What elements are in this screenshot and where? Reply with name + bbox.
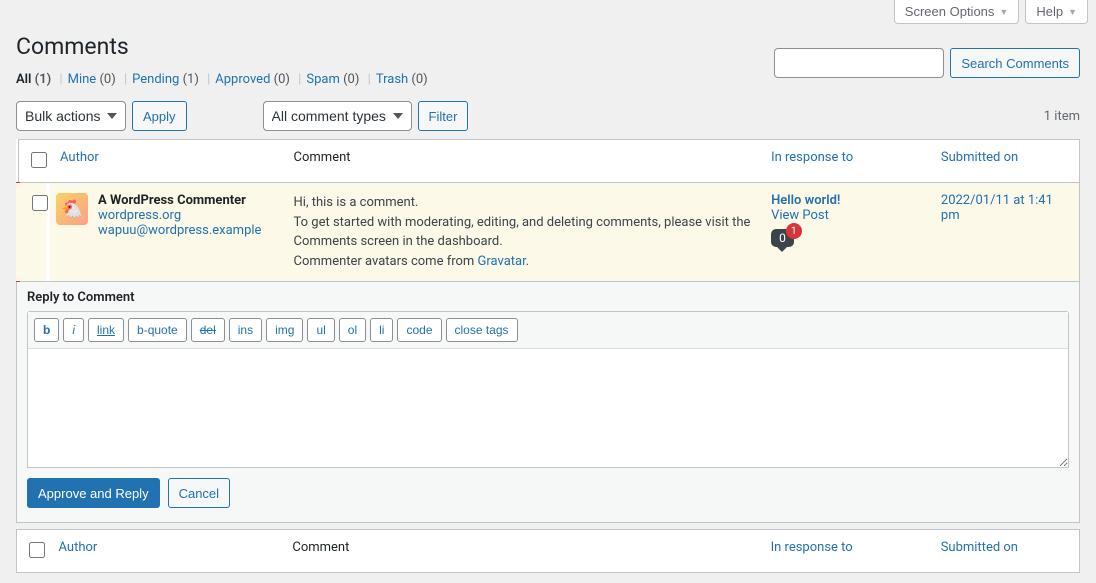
approve-and-reply-button[interactable]: Approve and Reply [27,478,160,508]
tablenav-top: Bulk actions Apply All comment types Fil… [16,99,1080,133]
comments-table: Author Comment In response to Submitted … [16,139,1080,282]
qt-link[interactable]: link [88,318,124,342]
response-post-link[interactable]: Hello world! [771,193,840,208]
filter-mine[interactable]: Mine (0) [68,72,116,87]
col-response: In response to [761,140,931,183]
qt-close-tags[interactable]: close tags [446,318,518,342]
comment-count-bubble[interactable]: 0 1 [771,229,794,247]
reply-panel: Reply to Comment b i link b-quote del in… [16,282,1080,523]
row-checkbox[interactable] [32,195,48,211]
qt-img[interactable]: img [266,318,303,342]
qt-del[interactable]: del [191,318,225,342]
filter-button[interactable]: Filter [418,101,469,131]
quicktags-toolbar: b i link b-quote del ins img ul ol li co… [28,312,1068,349]
select-all-header [18,140,50,183]
chevron-down-icon: ▼ [1068,7,1077,17]
gravatar-link[interactable]: Gravatar [478,254,526,269]
reply-heading: Reply to Comment [27,290,1069,305]
view-post-link[interactable]: View Post [771,208,829,223]
items-count: 1 item [1044,109,1080,124]
select-all-checkbox[interactable] [31,152,47,168]
submitted-on: 2022/01/11 at 1:41 pm [931,183,1080,282]
filter-trash[interactable]: Trash (0) [376,72,428,87]
comment-author-site[interactable]: wordpress.org [98,208,181,223]
qt-code[interactable]: code [397,318,441,342]
col-comment-bottom: Comment [282,530,760,573]
filter-pending[interactable]: Pending (1) [132,72,199,87]
search-box: Search Comments [774,48,1080,78]
comment-author-email[interactable]: wapuu@wordpress.example [98,223,261,238]
avatar: 🐔 [56,193,88,225]
col-date-bottom[interactable]: Submitted on [941,540,1018,555]
reply-textarea[interactable] [28,349,1068,467]
qt-ins[interactable]: ins [229,318,262,342]
qt-ul[interactable]: ul [307,318,334,342]
search-button[interactable]: Search Comments [950,48,1080,78]
apply-button[interactable]: Apply [132,101,187,131]
col-response-bottom[interactable]: In response to [771,540,853,555]
qt-bquote[interactable]: b-quote [128,318,187,342]
screen-options-label: Screen Options [905,4,995,19]
screen-options-button[interactable]: Screen Options ▼ [894,0,1020,24]
qt-italic[interactable]: i [63,318,84,342]
qt-ol[interactable]: ol [339,318,366,342]
filter-approved[interactable]: Approved (0) [215,72,290,87]
pending-badge: 1 [786,223,802,239]
help-button[interactable]: Help ▼ [1025,0,1088,24]
col-author-bottom[interactable]: Author [59,540,98,555]
select-all-checkbox-bottom[interactable] [29,542,45,558]
cancel-reply-button[interactable]: Cancel [168,478,230,508]
qt-li[interactable]: li [370,318,393,342]
help-label: Help [1036,4,1063,19]
comments-table-footer: Author Comment In response to Submitted … [16,529,1080,573]
filter-spam[interactable]: Spam (0) [306,72,359,87]
comment-content: Hi, this is a comment. To get started wi… [284,183,762,282]
col-comment: Comment [284,140,762,183]
comment-author-name: A WordPress Commenter [98,193,246,208]
col-date: Submitted on [931,140,1080,183]
qt-bold[interactable]: b [34,318,59,342]
bulk-actions-select[interactable]: Bulk actions [16,101,126,131]
comment-type-select[interactable]: All comment types [263,101,412,131]
comment-date-link[interactable]: 2022/01/11 at 1:41 pm [941,193,1053,223]
chevron-down-icon: ▼ [999,7,1008,17]
comment-row: 🐔 A WordPress Commenter wordpress.org wa… [18,183,1080,282]
search-input[interactable] [774,48,944,78]
reply-editor: b i link b-quote del ins img ul ol li co… [27,311,1069,468]
filter-all[interactable]: All (1) [16,72,51,87]
col-author: Author [50,140,284,183]
in-response-to: Hello world! View Post 0 1 [761,183,931,282]
